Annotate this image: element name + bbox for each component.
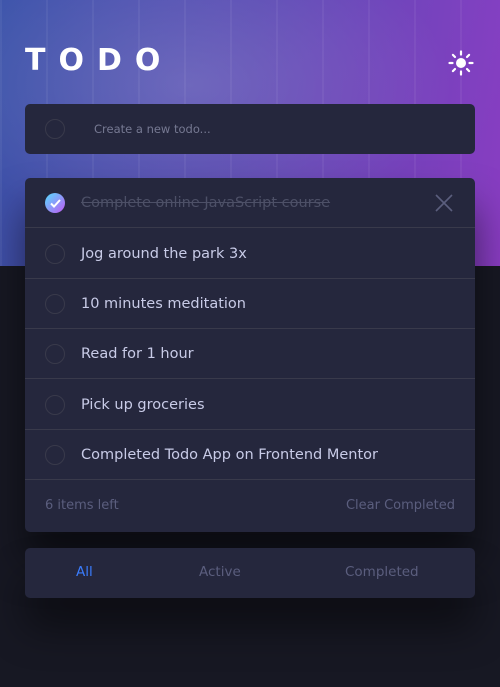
filter-all-button[interactable]: All xyxy=(76,564,93,580)
filter-active-button[interactable]: Active xyxy=(199,564,241,580)
todo-checkbox[interactable] xyxy=(45,395,65,415)
todo-label: Completed Todo App on Frontend Mentor xyxy=(81,447,378,463)
clear-completed-button[interactable]: Clear Completed xyxy=(346,498,455,513)
todo-checkbox[interactable] xyxy=(45,244,65,264)
todo-list: Complete online JavaScript course Jog ar… xyxy=(25,178,475,532)
check-icon xyxy=(49,198,61,208)
todo-item[interactable]: Pick up groceries xyxy=(25,380,475,430)
todo-label: Read for 1 hour xyxy=(81,346,194,362)
close-icon xyxy=(435,194,453,212)
new-todo-input[interactable] xyxy=(94,116,454,142)
todo-label: Complete online JavaScript course xyxy=(81,195,331,211)
theme-toggle-button[interactable] xyxy=(446,48,476,78)
todo-item[interactable]: Complete online JavaScript course xyxy=(25,178,475,228)
app-title: TODO xyxy=(25,43,174,78)
list-footer: 6 items left Clear Completed xyxy=(25,481,475,532)
todo-checkbox[interactable] xyxy=(45,445,65,465)
todo-item[interactable]: Read for 1 hour xyxy=(25,329,475,379)
todo-checkbox[interactable] xyxy=(45,294,65,314)
todo-item[interactable]: 10 minutes meditation xyxy=(25,279,475,329)
todo-checkbox[interactable] xyxy=(45,344,65,364)
todo-item[interactable]: Jog around the park 3x xyxy=(25,229,475,279)
delete-todo-button[interactable] xyxy=(434,193,454,213)
items-left-count: 6 items left xyxy=(45,498,119,513)
todo-label: Pick up groceries xyxy=(81,397,205,413)
new-todo-circle-icon xyxy=(45,119,65,139)
filter-completed-button[interactable]: Completed xyxy=(345,564,419,580)
todo-checkbox[interactable] xyxy=(45,193,65,213)
todo-label: Jog around the park 3x xyxy=(81,246,247,262)
todo-label: 10 minutes meditation xyxy=(81,296,246,312)
todo-item[interactable]: Completed Todo App on Frontend Mentor xyxy=(25,430,475,480)
filter-bar: All Active Completed xyxy=(25,548,475,598)
new-todo-bar xyxy=(25,104,475,154)
sun-icon xyxy=(448,50,474,76)
